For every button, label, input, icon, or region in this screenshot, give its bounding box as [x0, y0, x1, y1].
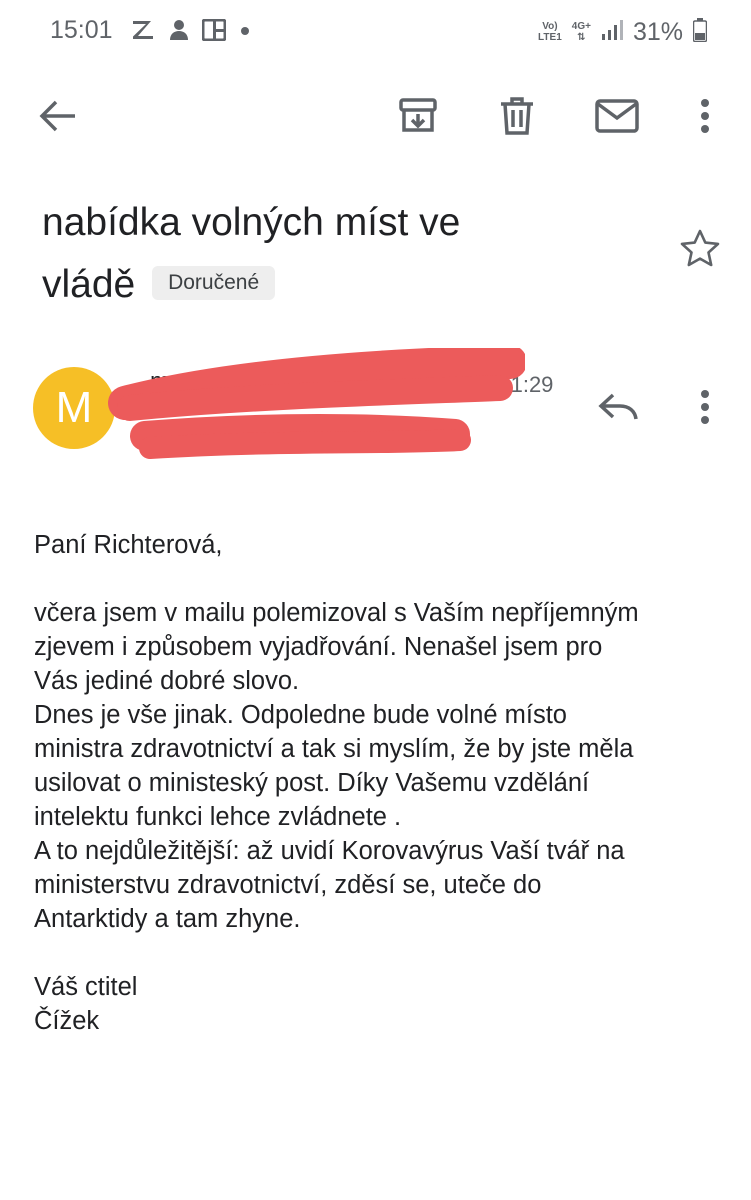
body-line: intelektu funkci lehce zvládnete .: [34, 803, 402, 831]
back-button[interactable]: [30, 90, 86, 146]
mark-unread-button[interactable]: [589, 90, 645, 146]
zedge-app-icon: [130, 18, 156, 47]
status-system-icons: Vo) LTE1 4G+ ⇅ 31%: [538, 14, 708, 50]
volte-label-top: Vo): [542, 21, 558, 32]
body-line: Paní Richterová,: [34, 531, 223, 559]
signal-icon: [601, 19, 623, 45]
more-vert-icon: [700, 389, 710, 430]
body-line: A to nejdůležitější: až uvidí Korovavýru…: [34, 837, 625, 865]
reply-button[interactable]: [590, 381, 646, 437]
volte-label: Vo) LTE1: [538, 21, 562, 43]
status-notification-icons: [130, 16, 250, 48]
battery-icon: [692, 17, 708, 47]
volte-label-bottom: LTE1: [538, 32, 562, 43]
back-arrow-icon: [39, 99, 77, 138]
subject-line-2-wrapper: vládě Doručené: [42, 254, 602, 316]
body-line: Vás jediné dobré slovo.: [34, 667, 300, 695]
data-arrows-icon: ⇅: [577, 32, 586, 43]
delete-icon: [500, 96, 534, 140]
network-type-label: 4G+: [571, 21, 591, 32]
archive-button[interactable]: [390, 90, 446, 146]
redaction-scribble: [108, 348, 525, 459]
more-options-button[interactable]: [677, 90, 733, 146]
archive-icon: [399, 97, 437, 140]
mark-unread-icon: [595, 98, 639, 138]
person-icon: [170, 19, 188, 46]
email-subject: nabídka volných míst ve vládě Doručené: [42, 192, 602, 316]
email-body: Paní Richterová, včera jsem v mailu pole…: [34, 528, 724, 1038]
more-vert-icon: [700, 98, 710, 139]
signature-name: Čížek: [34, 1007, 100, 1035]
message-more-button[interactable]: [677, 381, 733, 437]
star-button[interactable]: [672, 222, 728, 278]
flipboard-icon: [201, 18, 227, 46]
body-line: usilovat o ministeský post. Díky Vašemu …: [34, 769, 590, 797]
delete-button[interactable]: [489, 90, 545, 146]
battery-percent: 31%: [632, 17, 683, 46]
body-line: ministerstvu zdravotnictví, zděsí se, ut…: [34, 871, 542, 899]
body-line: ministra zdravotnictví a tak si myslím, …: [34, 735, 634, 763]
network-type-icon: 4G+ ⇅: [572, 21, 591, 43]
body-line: zjevem i způsobem vyjadřování. Nenašel j…: [34, 633, 603, 661]
subject-line-1: nabídka volných míst ve: [42, 201, 461, 244]
status-time: 15:01: [50, 16, 113, 44]
inbox-label-badge[interactable]: Doručené: [152, 265, 276, 300]
body-line: včera jsem v mailu polemizoval s Vaším n…: [34, 599, 639, 627]
body-line: Dnes je vše jinak. Odpoledne bude volné …: [34, 701, 567, 729]
notification-dot-icon: [240, 23, 250, 41]
signature-line: Váš ctitel: [34, 973, 138, 1001]
reply-icon: [598, 392, 638, 427]
star-icon: [680, 229, 720, 272]
subject-line-2: vládě: [42, 263, 136, 306]
body-line: Antarktidy a tam zhyne.: [34, 905, 301, 933]
